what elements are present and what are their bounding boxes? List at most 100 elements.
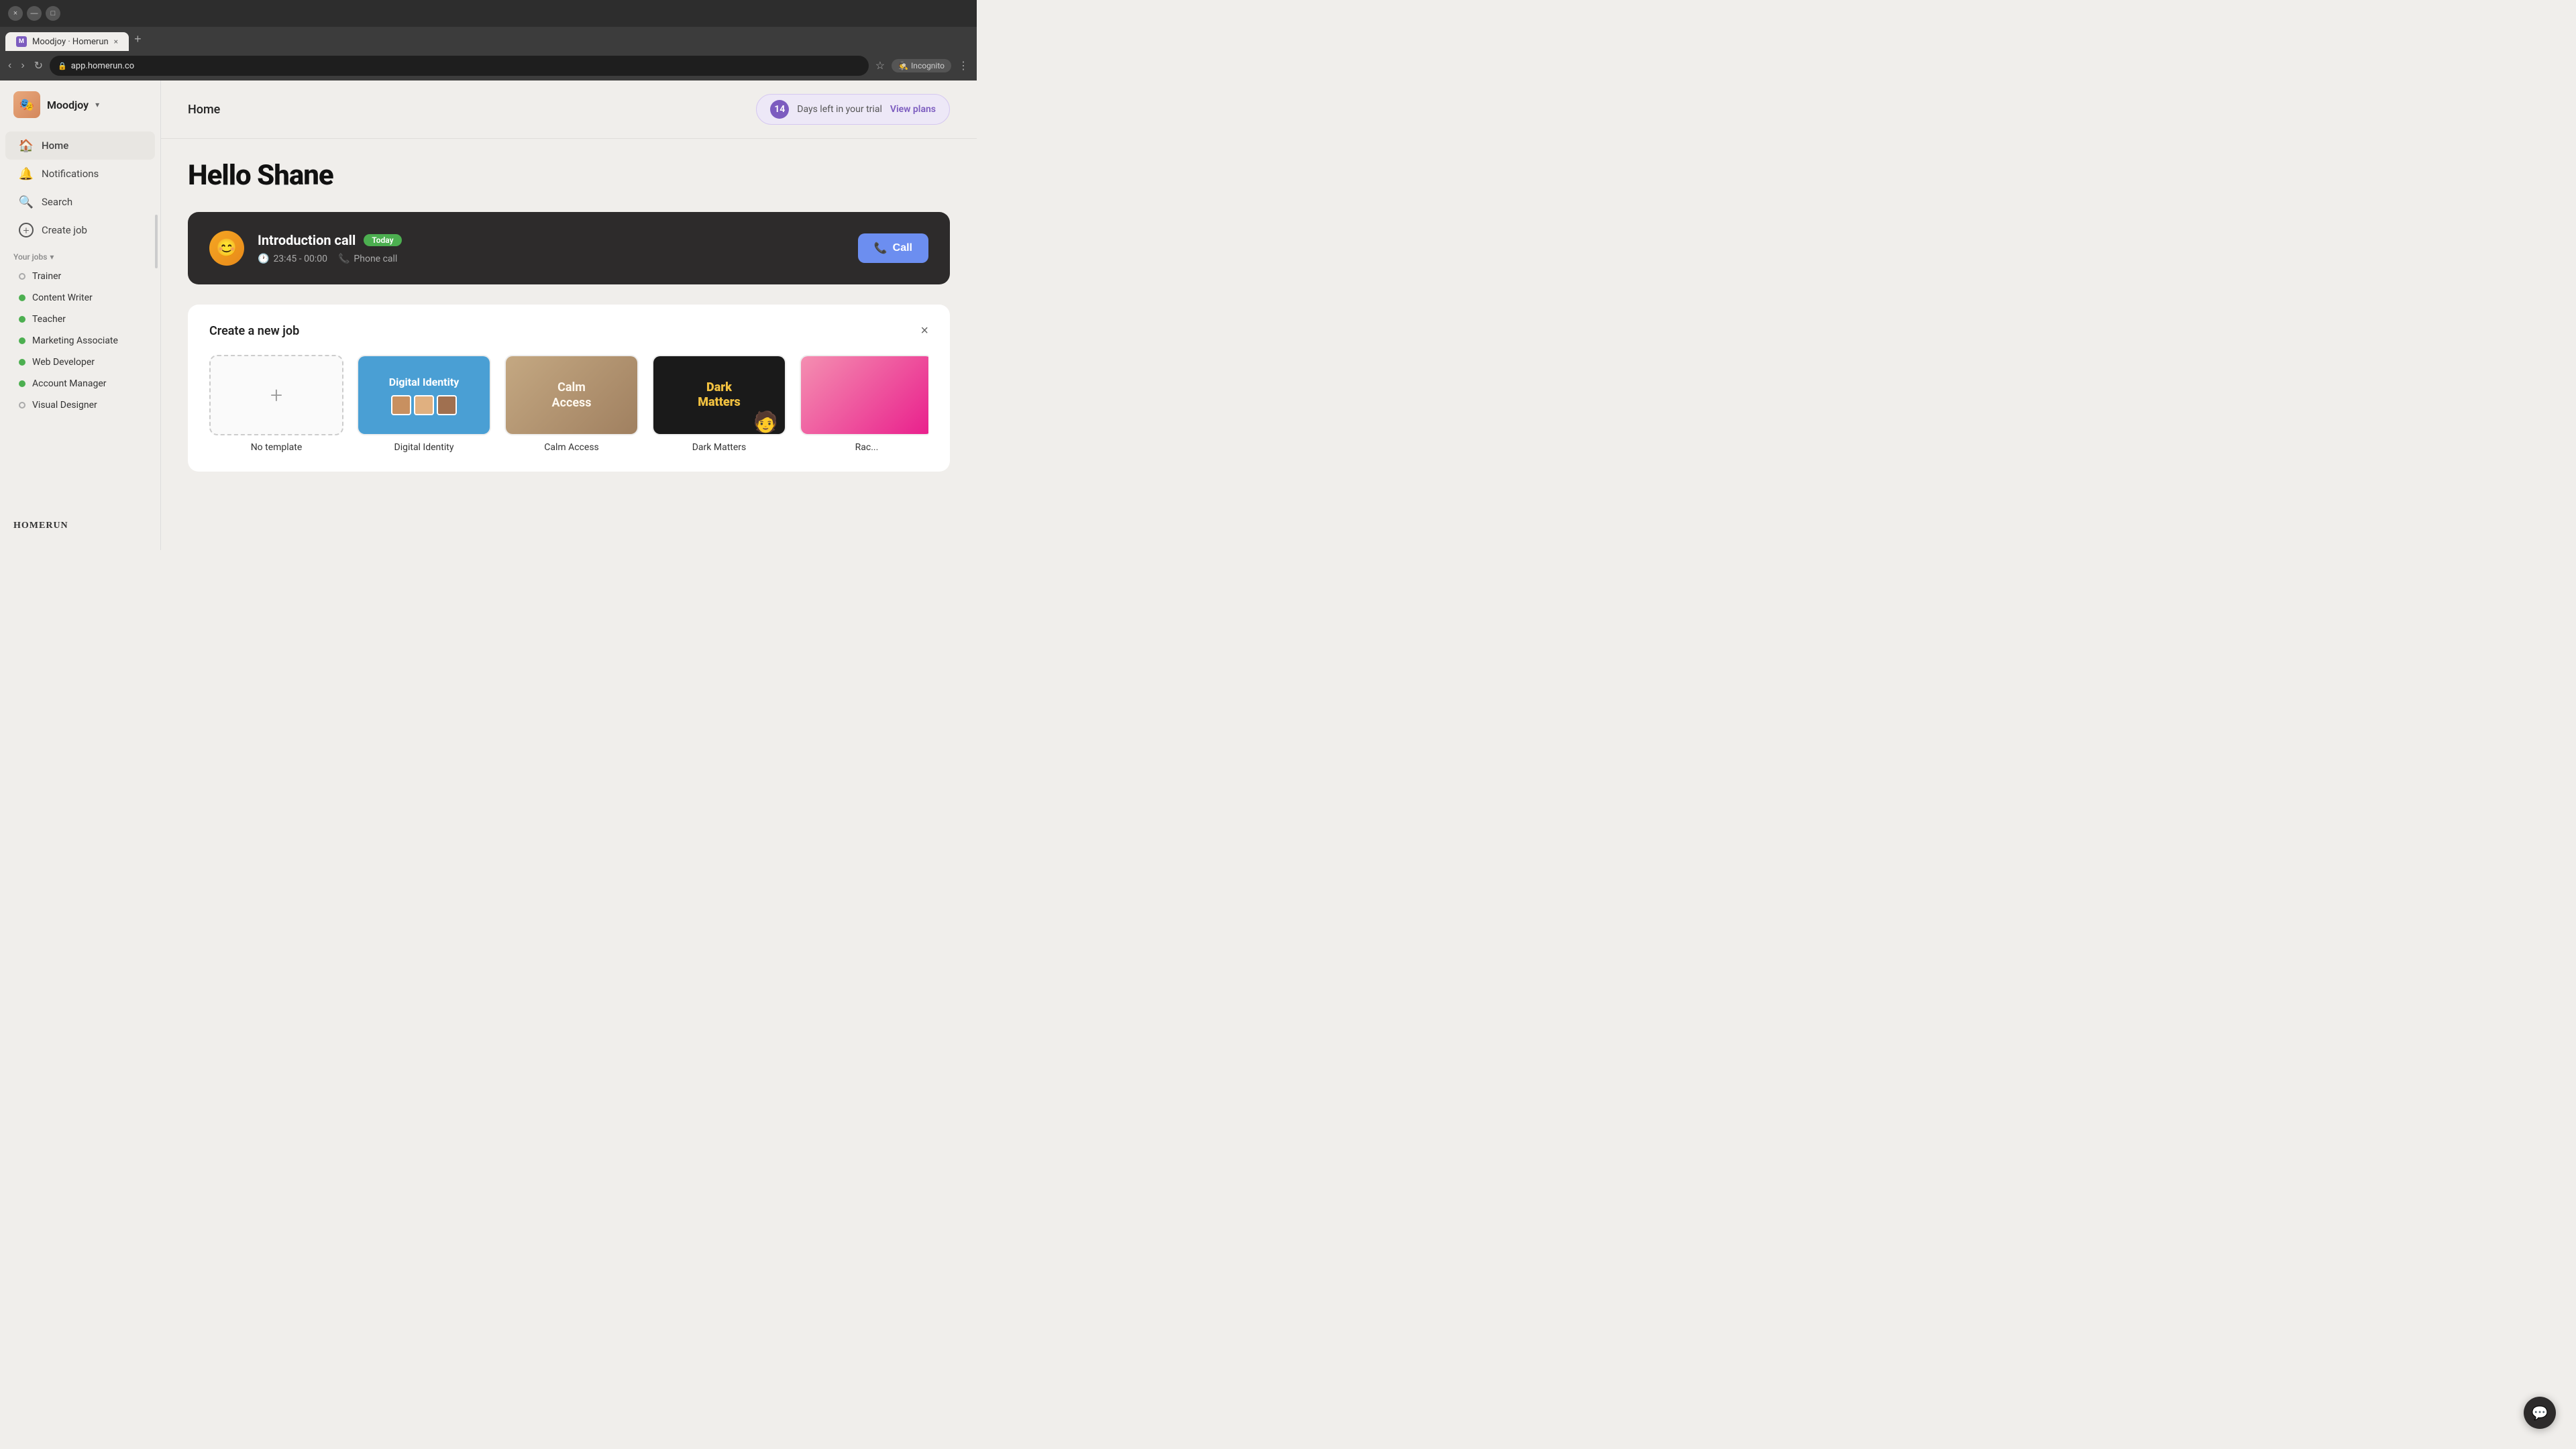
- sidebar-item-search[interactable]: 🔍 Search: [5, 188, 155, 216]
- address-bar[interactable]: 🔒 app.homerun.co: [50, 56, 869, 76]
- app-container: 🎭 Moodjoy ▾ 🏠 Home 🔔 Notifications 🔍 Sea…: [0, 80, 977, 550]
- browser-chrome: × — □: [0, 0, 977, 27]
- template-racket[interactable]: Rac...: [800, 355, 928, 453]
- interview-avatar: 😊: [209, 231, 244, 266]
- company-dropdown-icon[interactable]: ▾: [95, 100, 99, 109]
- home-icon: 🏠: [19, 138, 34, 153]
- bookmark-icon[interactable]: ☆: [873, 56, 888, 75]
- address-bar-row: ‹ › ↻ 🔒 app.homerun.co ☆ 🕵 Incognito ⋮: [0, 51, 977, 80]
- calm-access-thumbnail: CalmAccess: [504, 355, 639, 435]
- view-plans-link[interactable]: View plans: [890, 104, 936, 115]
- di-thumb-title: Digital Identity: [389, 376, 460, 388]
- window-minimize-btn[interactable]: —: [27, 6, 42, 21]
- template-no-template[interactable]: + No template: [209, 355, 343, 453]
- create-job-section: Create a new job × + No template: [188, 305, 950, 472]
- incognito-icon: 🕵: [898, 61, 908, 70]
- job-item-teacher[interactable]: Teacher: [5, 309, 155, 330]
- interview-type: 📞 Phone call: [338, 254, 397, 264]
- chat-bubble-button[interactable]: 💬: [2524, 1397, 2556, 1429]
- interview-card: 😊 Introduction call Today 🕐 23:45 - 00:0…: [188, 212, 950, 284]
- job-dot-trainer: [19, 273, 25, 280]
- ca-thumb-title: CalmAccess: [551, 380, 591, 411]
- interview-time: 🕐 23:45 - 00:00: [258, 254, 327, 264]
- new-tab-button[interactable]: +: [129, 30, 147, 49]
- close-create-job-button[interactable]: ×: [920, 323, 928, 339]
- dm-character-icon: 🧑: [753, 411, 778, 434]
- job-item-web-developer[interactable]: Web Developer: [5, 352, 155, 373]
- interview-info: Introduction call Today 🕐 23:45 - 00:00 …: [258, 232, 845, 264]
- job-item-visual-designer[interactable]: Visual Designer: [5, 394, 155, 416]
- job-item-marketing-associate[interactable]: Marketing Associate: [5, 330, 155, 352]
- main-content: Home 14 Days left in your trial View pla…: [161, 80, 977, 550]
- sidebar-scrollbar[interactable]: [155, 215, 158, 268]
- job-label-content-writer: Content Writer: [32, 292, 93, 303]
- main-header: Home 14 Days left in your trial View pla…: [161, 80, 977, 139]
- tab-close-icon[interactable]: ×: [114, 37, 118, 46]
- window-maximize-btn[interactable]: □: [46, 6, 60, 21]
- template-name-dark-matters: Dark Matters: [652, 442, 786, 453]
- job-label-trainer: Trainer: [32, 271, 61, 282]
- phone-icon: 📞: [338, 254, 350, 264]
- sidebar-item-notifications[interactable]: 🔔 Notifications: [5, 160, 155, 188]
- job-label-teacher: Teacher: [32, 314, 66, 325]
- job-item-content-writer[interactable]: Content Writer: [5, 287, 155, 309]
- incognito-badge: 🕵 Incognito: [892, 59, 951, 72]
- address-text: app.homerun.co: [71, 61, 134, 71]
- template-name-calm-access: Calm Access: [504, 442, 639, 453]
- sidebar: 🎭 Moodjoy ▾ 🏠 Home 🔔 Notifications 🔍 Sea…: [0, 80, 161, 550]
- nav-search-label: Search: [42, 196, 72, 208]
- create-job-nav-item[interactable]: + Create job: [5, 216, 155, 244]
- chat-icon: 💬: [2532, 1405, 2548, 1421]
- active-tab[interactable]: M Moodjoy · Homerun ×: [5, 32, 129, 51]
- job-dot-account-manager: [19, 380, 25, 387]
- job-label-marketing: Marketing Associate: [32, 335, 118, 346]
- trial-text: Days left in your trial: [797, 104, 882, 115]
- template-name-digital-identity: Digital Identity: [357, 442, 491, 453]
- job-item-account-manager[interactable]: Account Manager: [5, 373, 155, 394]
- create-job-header: Create a new job ×: [209, 323, 928, 339]
- interview-type-text: Phone call: [354, 254, 397, 264]
- job-dot-teacher: [19, 316, 25, 323]
- lock-icon: 🔒: [58, 62, 67, 70]
- sidebar-item-home[interactable]: 🏠 Home: [5, 131, 155, 160]
- forward-button[interactable]: ›: [18, 57, 27, 74]
- di-avatar-3: [437, 395, 457, 415]
- nav-home-label: Home: [42, 140, 68, 152]
- clock-icon: 🕐: [258, 254, 269, 264]
- sidebar-bottom: HOMERUN: [0, 513, 160, 539]
- templates-grid: + No template Digital Identity: [209, 355, 928, 453]
- dark-matters-thumbnail: DarkMatters 🧑: [652, 355, 786, 435]
- job-dot-visual-designer: [19, 402, 25, 409]
- window-controls: × — □: [8, 6, 60, 21]
- back-button[interactable]: ‹: [5, 57, 14, 74]
- trial-days-count: 14: [770, 100, 789, 119]
- job-dot-marketing: [19, 337, 25, 344]
- menu-icon[interactable]: ⋮: [955, 56, 971, 75]
- page-title: Home: [188, 103, 220, 117]
- company-name: Moodjoy: [47, 99, 89, 111]
- create-job-title: Create a new job: [209, 324, 299, 338]
- tab-title: Moodjoy · Homerun: [32, 37, 109, 47]
- interview-meta: 🕐 23:45 - 00:00 📞 Phone call: [258, 254, 845, 264]
- homerun-logo: HOMERUN: [13, 521, 147, 531]
- today-badge: Today: [364, 234, 401, 246]
- reload-button[interactable]: ↻: [32, 56, 46, 75]
- no-template-thumbnail: +: [209, 355, 343, 435]
- window-close-btn[interactable]: ×: [8, 6, 23, 21]
- create-job-nav-label: Create job: [42, 224, 87, 236]
- template-digital-identity[interactable]: Digital Identity Digital Identity: [357, 355, 491, 453]
- company-logo: 🎭: [13, 91, 40, 118]
- template-dark-matters[interactable]: DarkMatters 🧑 Dark Matters: [652, 355, 786, 453]
- job-label-visual-designer: Visual Designer: [32, 400, 97, 411]
- call-button[interactable]: 📞 Call: [858, 233, 928, 263]
- trial-badge: 14 Days left in your trial View plans: [756, 94, 950, 125]
- template-calm-access[interactable]: CalmAccess Calm Access: [504, 355, 639, 453]
- jobs-section-label: Your jobs ▾: [0, 244, 160, 266]
- racket-thumbnail: [800, 355, 928, 435]
- tab-favicon: M: [16, 36, 27, 47]
- interview-time-text: 23:45 - 00:00: [273, 254, 327, 264]
- call-icon: 📞: [874, 241, 888, 255]
- content-area: Hello Shane 😊 Introduction call Today 🕐 …: [161, 139, 977, 492]
- interview-title-row: Introduction call Today: [258, 232, 845, 248]
- job-item-trainer[interactable]: Trainer: [5, 266, 155, 287]
